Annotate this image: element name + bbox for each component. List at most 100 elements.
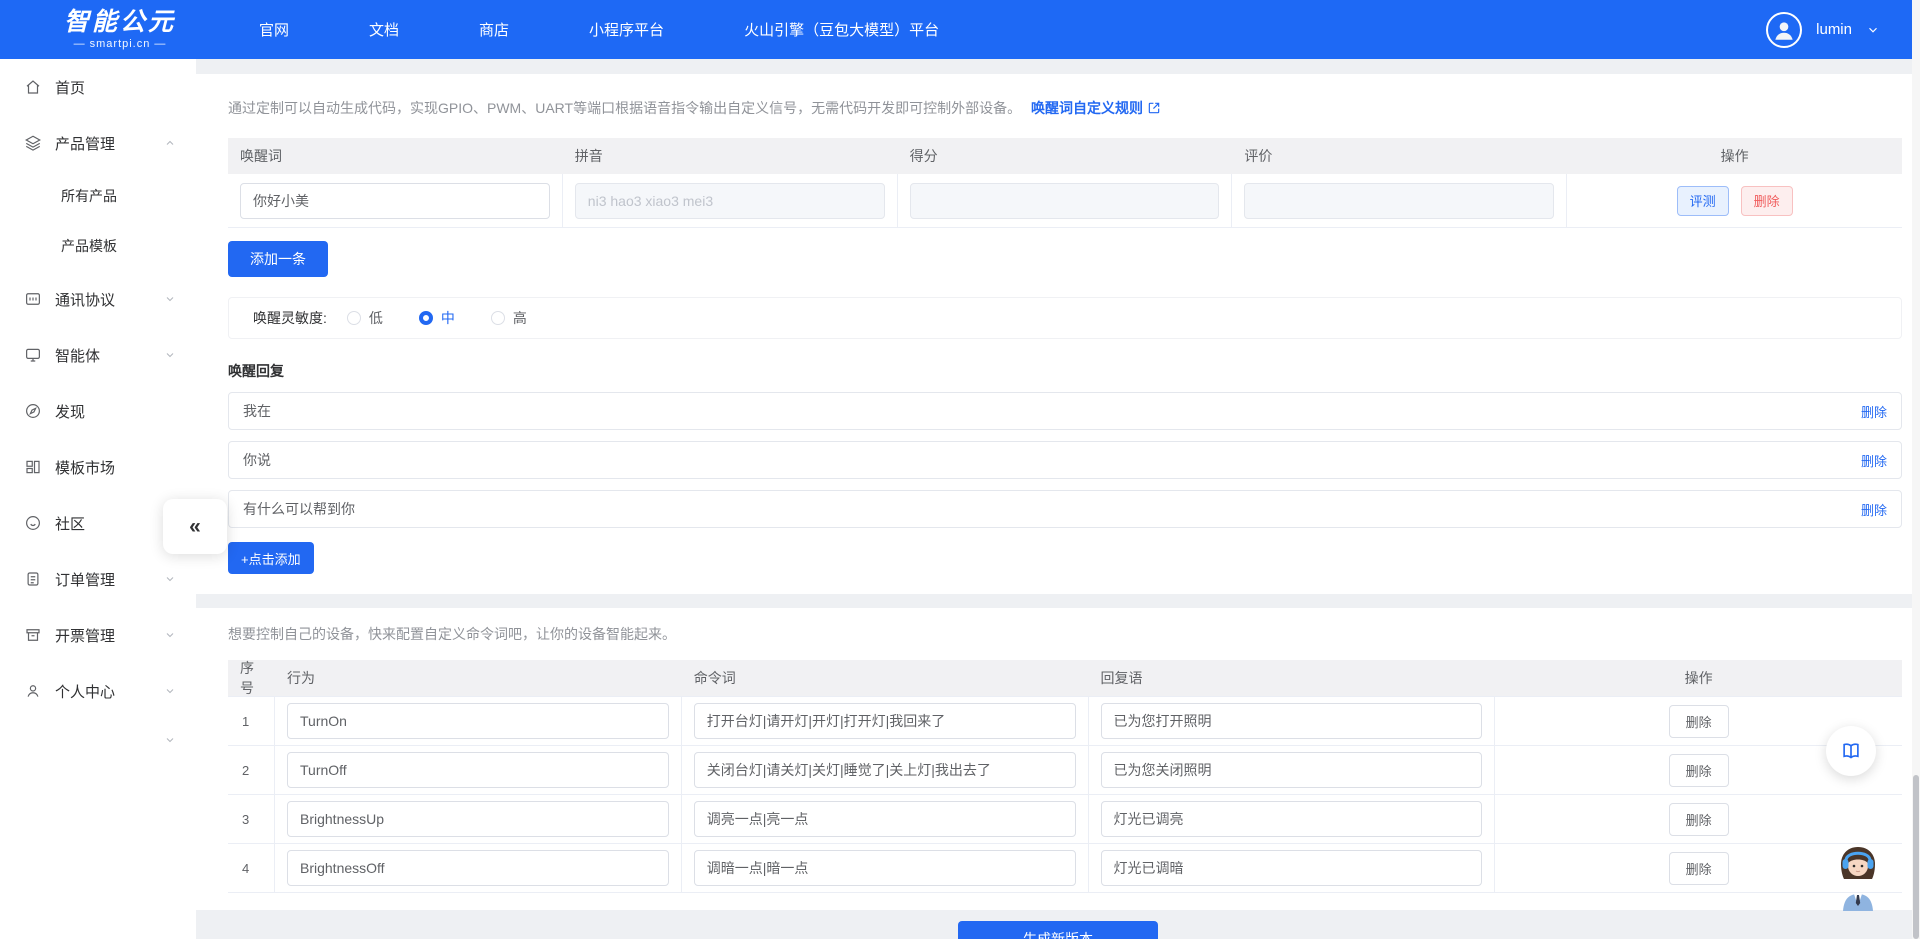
- action-input[interactable]: [287, 850, 669, 886]
- nav-user-area: lumin: [1766, 12, 1880, 48]
- chevron-down-icon: [164, 685, 176, 697]
- add-reply-button[interactable]: +点击添加: [228, 542, 314, 574]
- invoice-icon: [24, 626, 42, 644]
- col-header-wake-word: 唤醒词: [228, 138, 563, 174]
- sidebar-collapse-button[interactable]: «: [163, 499, 227, 554]
- reply-input[interactable]: [1101, 752, 1483, 788]
- command-input[interactable]: [694, 752, 1076, 788]
- col-header-command: 命令词: [682, 660, 1089, 696]
- brand-logo[interactable]: 智能公元 — smartpi.cn —: [45, 10, 195, 50]
- chevron-down-icon: [164, 573, 176, 585]
- sidebar-item-label: 社区: [55, 513, 85, 534]
- delete-wake-word-button[interactable]: 删除: [1741, 186, 1793, 216]
- sensitivity-radio-medium[interactable]: 中: [419, 308, 455, 328]
- wake-word-input[interactable]: [240, 183, 550, 219]
- evaluate-button[interactable]: 评测: [1677, 186, 1729, 216]
- sidebar-item-order-management[interactable]: 订单管理: [0, 551, 196, 607]
- sidebar-item-invoice-management[interactable]: 开票管理: [0, 607, 196, 663]
- app-root: 智能公元 — smartpi.cn — 官网 文档 商店 小程序平台 火山引擎（…: [0, 0, 1920, 939]
- nav-item-volcengine-platform[interactable]: 火山引擎（豆包大模型）平台: [744, 19, 939, 40]
- radio-checked-icon: [419, 311, 433, 325]
- sidebar-item-home[interactable]: 首页: [0, 59, 196, 115]
- nav-item-docs[interactable]: 文档: [369, 19, 399, 40]
- col-header-actions: 操作: [1567, 138, 1902, 174]
- assistant-girl-icon: [1834, 845, 1882, 911]
- chevron-down-icon: [164, 349, 176, 361]
- user-avatar-icon[interactable]: [1766, 12, 1802, 48]
- sidebar-item-agent[interactable]: 智能体: [0, 327, 196, 383]
- sensitivity-radio-high[interactable]: 高: [491, 308, 527, 328]
- row-index: 2: [228, 745, 275, 794]
- wake-reply-text[interactable]: 有什么可以帮到你: [243, 499, 1861, 519]
- sidebar-item-extra[interactable]: [0, 719, 196, 761]
- command-input[interactable]: [694, 801, 1076, 837]
- nav-item-miniprogram-platform[interactable]: 小程序平台: [589, 19, 664, 40]
- username-label[interactable]: lumin: [1816, 21, 1852, 38]
- brand-subtitle: — smartpi.cn —: [45, 38, 195, 50]
- nav-item-shop[interactable]: 商店: [479, 19, 509, 40]
- sidebar-item-label: 发现: [55, 401, 85, 422]
- col-header-action: 行为: [275, 660, 682, 696]
- delete-command-button[interactable]: 删除: [1669, 852, 1729, 885]
- command-table-row: 1 删除: [228, 696, 1902, 745]
- assistant-avatar[interactable]: [1834, 845, 1882, 911]
- sidebar-item-label: 订单管理: [55, 569, 115, 590]
- scrollbar[interactable]: [1912, 0, 1920, 939]
- command-table-row: 3 删除: [228, 794, 1902, 843]
- delete-reply-link[interactable]: 删除: [1861, 500, 1887, 519]
- command-intro-text: 想要控制自己的设备，快来配置自定义命令词吧，让你的设备智能起来。: [228, 624, 1902, 644]
- sidebar: 首页 产品管理 所有产品 产品模板 通讯协议 智能体 发现: [0, 59, 196, 939]
- action-input[interactable]: [287, 752, 669, 788]
- command-input[interactable]: [694, 703, 1076, 739]
- sidebar-item-product-management[interactable]: 产品管理: [0, 115, 196, 171]
- command-table: 序号 行为 命令词 回复语 操作 1 删除 2: [228, 660, 1902, 893]
- wake-sensitivity-radio-group: 低 中 高: [347, 308, 527, 328]
- sidebar-item-template-market[interactable]: 模板市场: [0, 439, 196, 495]
- sidebar-item-communication-protocol[interactable]: 通讯协议: [0, 271, 196, 327]
- sidebar-item-label: 智能体: [55, 345, 100, 366]
- document-icon: [24, 570, 42, 588]
- col-header-score: 得分: [898, 138, 1233, 174]
- docs-float-button[interactable]: [1826, 726, 1876, 776]
- row-index: 3: [228, 794, 275, 843]
- nav-item-official-site[interactable]: 官网: [259, 19, 289, 40]
- sidebar-item-personal-center[interactable]: 个人中心: [0, 663, 196, 719]
- wake-reply-text[interactable]: 我在: [243, 401, 1861, 421]
- wake-word-rules-link-label: 唤醒词自定义规则: [1031, 98, 1143, 118]
- delete-reply-link[interactable]: 删除: [1861, 451, 1887, 470]
- sidebar-item-label: 首页: [55, 77, 85, 98]
- person-icon: [24, 682, 42, 700]
- command-input[interactable]: [694, 850, 1076, 886]
- reply-input[interactable]: [1101, 703, 1483, 739]
- sensitivity-radio-low[interactable]: 低: [347, 308, 383, 328]
- sidebar-item-product-templates[interactable]: 产品模板: [0, 221, 196, 271]
- delete-reply-link[interactable]: 删除: [1861, 402, 1887, 421]
- chevron-down-icon[interactable]: [1866, 23, 1880, 37]
- section-divider: [196, 594, 1920, 608]
- reply-input[interactable]: [1101, 850, 1483, 886]
- intro-text: 通过定制可以自动生成代码，实现GPIO、PWM、UART等端口根据语音指令输出自…: [228, 98, 1902, 118]
- wake-reply-row: 你说 删除: [228, 441, 1902, 479]
- row-index: 4: [228, 843, 275, 892]
- sidebar-item-all-products[interactable]: 所有产品: [0, 171, 196, 221]
- layout-icon: [24, 458, 42, 476]
- col-header-evaluation: 评价: [1232, 138, 1567, 174]
- wake-sensitivity-box: 唤醒灵敏度: 低 中 高: [228, 297, 1902, 339]
- wake-word-rules-link[interactable]: 唤醒词自定义规则: [1031, 98, 1161, 118]
- action-input[interactable]: [287, 703, 669, 739]
- reply-input[interactable]: [1101, 801, 1483, 837]
- delete-command-button[interactable]: 删除: [1669, 754, 1729, 787]
- generate-version-button[interactable]: 生成新版本: [958, 921, 1158, 939]
- delete-command-button[interactable]: 删除: [1669, 803, 1729, 836]
- delete-command-button[interactable]: 删除: [1669, 705, 1729, 738]
- wake-reply-text[interactable]: 你说: [243, 450, 1861, 470]
- col-header-pinyin: 拼音: [563, 138, 898, 174]
- action-input[interactable]: [287, 801, 669, 837]
- scrollbar-thumb[interactable]: [1913, 775, 1919, 939]
- compass-icon: [24, 402, 42, 420]
- sidebar-item-discover[interactable]: 发现: [0, 383, 196, 439]
- add-wake-word-button[interactable]: 添加一条: [228, 241, 328, 277]
- col-header-reply: 回复语: [1089, 660, 1496, 696]
- wake-word-table-row: 评测 删除: [228, 174, 1902, 227]
- external-link-icon: [1147, 101, 1161, 115]
